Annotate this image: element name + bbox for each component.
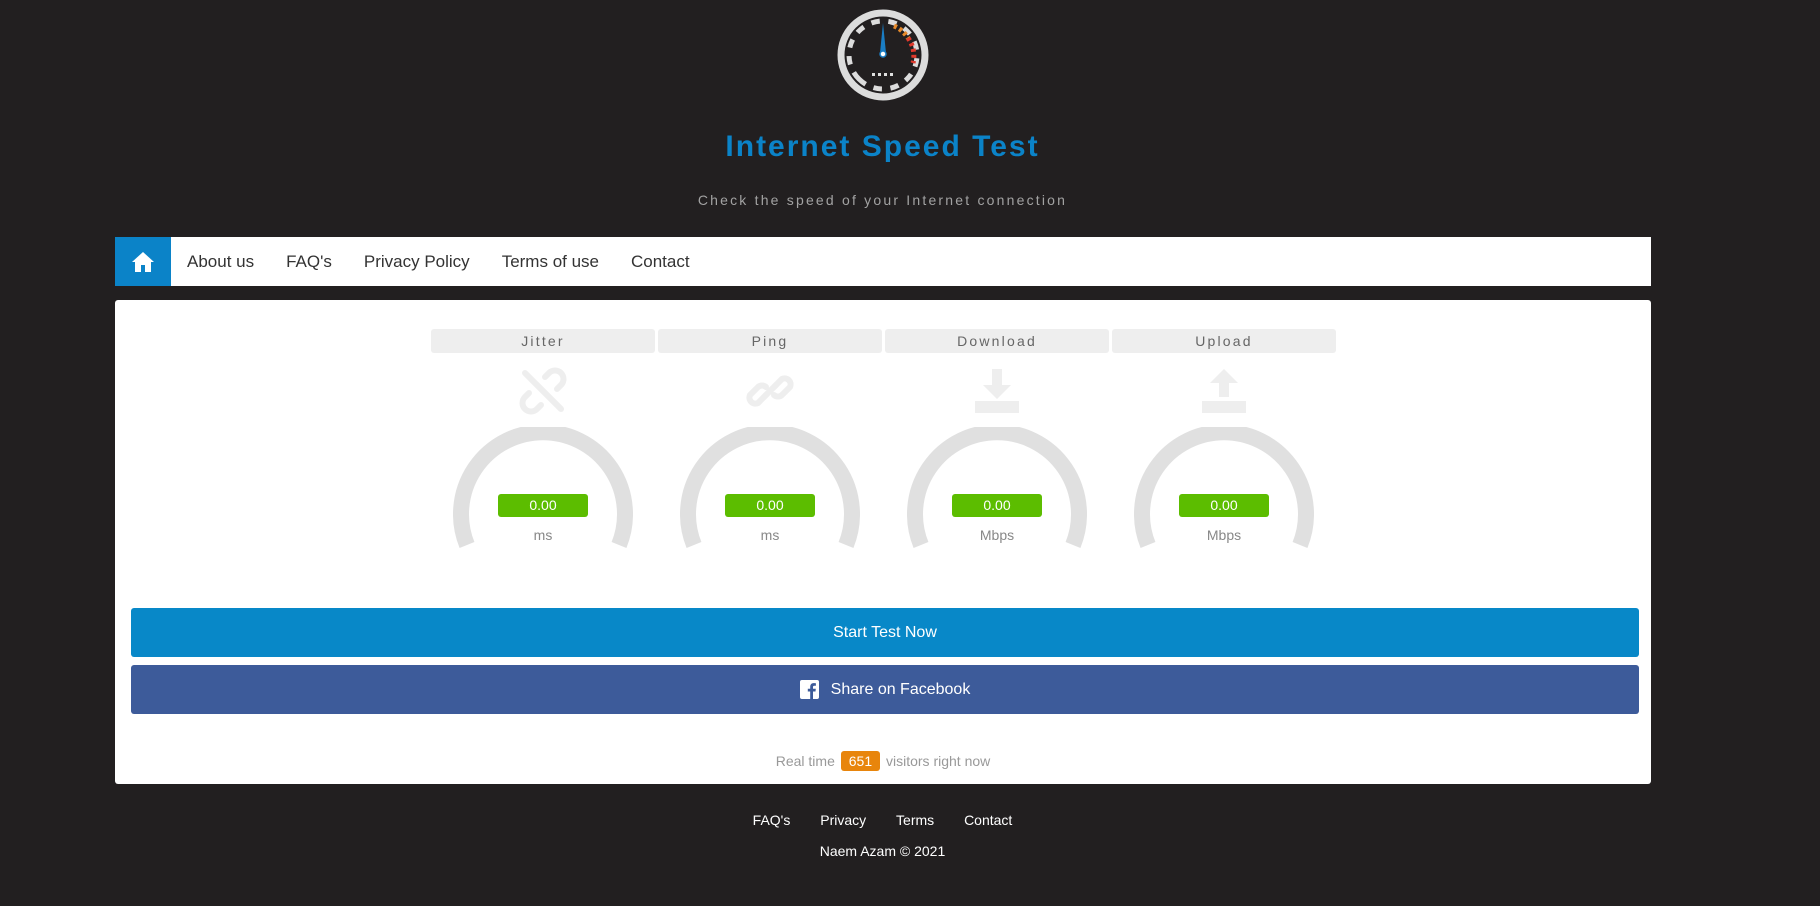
meter-value: 0.00 bbox=[498, 494, 588, 517]
meter-value: 0.00 bbox=[1179, 494, 1269, 517]
footer-link-privacy[interactable]: Privacy bbox=[820, 812, 866, 828]
upload-icon bbox=[1202, 369, 1246, 413]
meter-unit: Mbps bbox=[1206, 527, 1242, 543]
start-test-button[interactable]: Start Test Now bbox=[131, 608, 1639, 657]
share-facebook-button[interactable]: Share on Facebook bbox=[131, 665, 1639, 714]
link-icon bbox=[746, 375, 794, 407]
speed-test-panel: Jitter 0.00 ms Ping 0.00 ms Download 0.0… bbox=[115, 300, 1651, 784]
meter-label: Upload bbox=[1112, 329, 1336, 353]
page-title: Internet Speed Test bbox=[725, 130, 1040, 163]
meter-label: Ping bbox=[658, 329, 882, 353]
meter-label: Download bbox=[885, 329, 1109, 353]
meter-ping: Ping 0.00 ms bbox=[658, 329, 882, 559]
meter-download: Download 0.00 Mbps bbox=[885, 329, 1109, 559]
visitors-suffix: visitors right now bbox=[886, 753, 991, 769]
meter-unit: Mbps bbox=[979, 527, 1015, 543]
nav-faqs[interactable]: FAQ's bbox=[270, 252, 348, 272]
nav-contact[interactable]: Contact bbox=[615, 252, 706, 272]
nav-about-us[interactable]: About us bbox=[171, 252, 270, 272]
nav-privacy-policy[interactable]: Privacy Policy bbox=[348, 252, 486, 272]
broken-link-icon bbox=[519, 367, 567, 415]
footer-link-faqs[interactable]: FAQ's bbox=[753, 812, 791, 828]
start-test-label: Start Test Now bbox=[833, 623, 937, 641]
main-nav: About us FAQ's Privacy Policy Terms of u… bbox=[115, 237, 1651, 286]
speedometer-icon bbox=[836, 8, 930, 102]
visitor-count-badge: 651 bbox=[840, 751, 881, 771]
meter-value: 0.00 bbox=[725, 494, 815, 517]
meter-unit: ms bbox=[760, 527, 780, 543]
nav-home-button[interactable] bbox=[115, 237, 171, 286]
page-subtitle: Check the speed of your Internet connect… bbox=[697, 192, 1068, 208]
copyright: Naem Azam © 2021 bbox=[819, 843, 946, 859]
footer-nav: FAQ's Privacy Terms Contact bbox=[0, 812, 1765, 828]
footer-link-terms[interactable]: Terms bbox=[896, 812, 934, 828]
meter-value: 0.00 bbox=[952, 494, 1042, 517]
facebook-icon bbox=[799, 680, 819, 699]
meter-upload: Upload 0.00 Mbps bbox=[1112, 329, 1336, 559]
meters-row: Jitter 0.00 ms Ping 0.00 ms Download 0.0… bbox=[431, 329, 1336, 559]
meter-label: Jitter bbox=[431, 329, 655, 353]
footer-link-contact[interactable]: Contact bbox=[964, 812, 1012, 828]
share-facebook-label: Share on Facebook bbox=[830, 680, 971, 698]
nav-terms-of-use[interactable]: Terms of use bbox=[486, 252, 615, 272]
visitor-counter: Real time 651 visitors right now bbox=[115, 751, 1651, 771]
meter-jitter: Jitter 0.00 ms bbox=[431, 329, 655, 559]
meter-unit: ms bbox=[533, 527, 553, 543]
visitors-prefix: Real time bbox=[775, 753, 835, 769]
download-icon bbox=[975, 369, 1019, 413]
home-icon bbox=[132, 251, 154, 272]
